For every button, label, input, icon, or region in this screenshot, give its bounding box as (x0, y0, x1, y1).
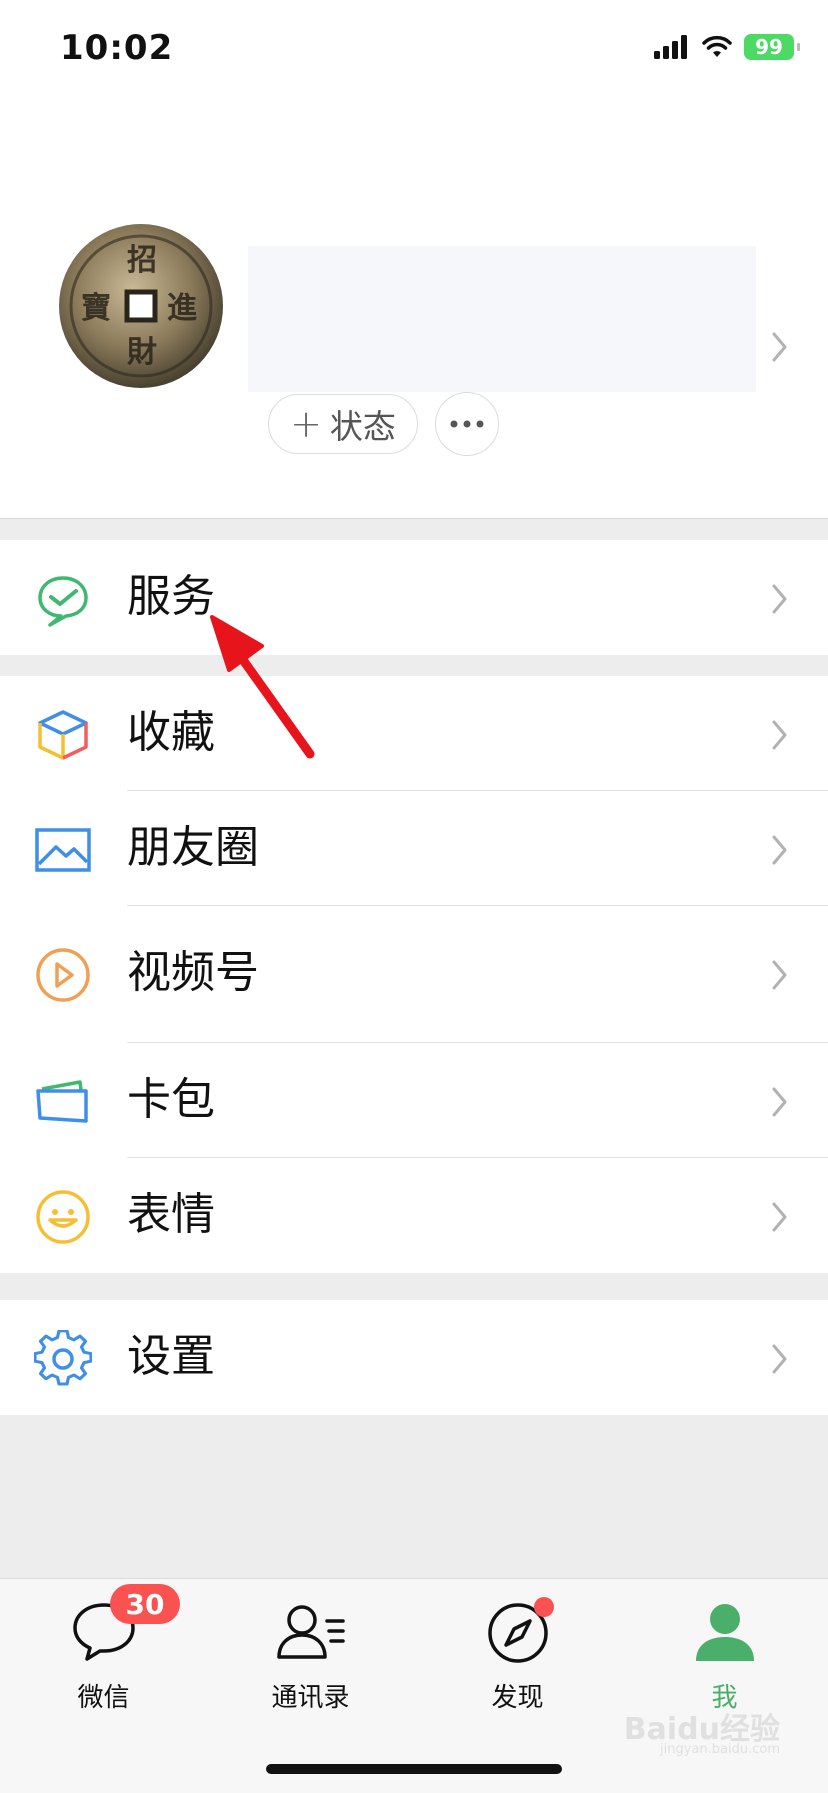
moments-icon (35, 828, 91, 872)
add-status-button[interactable]: + 状态 (268, 394, 418, 454)
watermark-url: jingyan.baidu.com (660, 1742, 780, 1757)
signal-icon (654, 35, 687, 59)
menu-item-stickers[interactable]: 表情 (0, 1158, 828, 1273)
tab-chats[interactable]: 30 微信 (0, 1579, 207, 1713)
menu-item-card-wallet[interactable]: 卡包 (0, 1043, 828, 1158)
card-wallet-icon (36, 1080, 88, 1123)
tab-me[interactable]: 我 (621, 1579, 828, 1713)
person-icon (695, 1604, 754, 1661)
wifi-icon (702, 35, 732, 57)
tab-label: 微信 (77, 1683, 130, 1713)
more-button[interactable] (435, 392, 499, 456)
chevron-right-icon (772, 1344, 787, 1374)
tab-contacts[interactable]: 通讯录 (207, 1579, 414, 1713)
chevron-right-icon (772, 1087, 787, 1117)
battery-icon: 99 (744, 34, 800, 60)
menu-item-settings[interactable]: 设置 (0, 1300, 828, 1415)
svg-text:招: 招 (127, 243, 157, 278)
menu-label: 卡包 (127, 1074, 215, 1125)
svg-text:寶: 寶 (81, 291, 111, 326)
avatar[interactable]: 招 進 財 寶 (57, 222, 225, 390)
chevron-right-icon (772, 720, 787, 750)
menu-item-channels[interactable]: 视频号 (0, 906, 828, 1043)
unread-badge: 30 (110, 1584, 180, 1624)
chevron-right-icon (772, 584, 787, 614)
status-indicators: 99 (654, 34, 800, 60)
status-time: 10:02 (60, 28, 174, 68)
add-status-label: 状态 (329, 407, 396, 446)
profile-header[interactable]: 招 進 財 寶 + 状态 (0, 100, 828, 519)
favorites-icon (38, 710, 88, 760)
services-icon (38, 576, 88, 627)
plus-icon: + (290, 402, 322, 446)
chevron-right-icon (772, 960, 787, 990)
chevron-right-icon[interactable] (772, 332, 788, 362)
menu-label: 视频号 (127, 947, 259, 998)
features-group: 收藏 朋友圈 视频号 卡包 表情 (0, 676, 828, 1273)
menu-label-settings: 设置 (127, 1331, 215, 1382)
status-bar: 10:02 99 (0, 0, 828, 100)
tab-discover[interactable]: 发现 (414, 1579, 621, 1713)
chevron-right-icon (772, 835, 787, 865)
tab-label: 通讯录 (271, 1683, 350, 1713)
contacts-icon (276, 1605, 345, 1659)
settings-group: 设置 (0, 1300, 828, 1415)
battery-level: 99 (755, 35, 783, 59)
gear-icon (34, 1330, 92, 1386)
menu-label: 表情 (127, 1189, 215, 1240)
stickers-icon (36, 1190, 90, 1244)
svg-text:進: 進 (167, 291, 197, 326)
tab-bar: 30 微信 通讯录 发现 我 (0, 1578, 828, 1793)
menu-item-services[interactable]: 服务 (0, 540, 828, 655)
notification-dot (534, 1597, 554, 1617)
svg-text:財: 財 (127, 335, 157, 370)
more-dots-icon (450, 420, 484, 428)
nickname-area[interactable] (248, 246, 756, 392)
tab-label: 发现 (491, 1683, 544, 1713)
chevron-right-icon (772, 1202, 787, 1232)
menu-label: 朋友圈 (127, 822, 259, 873)
channels-icon (36, 948, 90, 1002)
menu-label: 收藏 (127, 707, 215, 758)
menu-item-moments[interactable]: 朋友圈 (0, 791, 828, 906)
menu-item-favorites[interactable]: 收藏 (0, 676, 828, 791)
menu-label-services: 服务 (127, 571, 215, 622)
services-group: 服务 (0, 540, 828, 655)
home-indicator[interactable] (266, 1764, 562, 1774)
